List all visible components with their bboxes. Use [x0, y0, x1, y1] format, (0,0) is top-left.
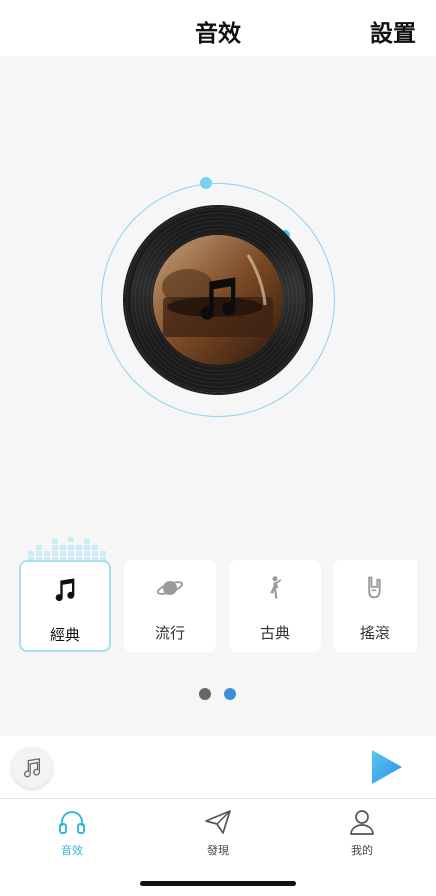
home-indicator — [140, 881, 296, 886]
effect-card-classic[interactable]: 經典 — [19, 560, 111, 652]
paper-plane-icon — [205, 810, 231, 834]
mini-player — [0, 736, 436, 798]
dancer-icon — [270, 576, 282, 599]
equalizer-decoration — [28, 537, 106, 561]
tab-discover[interactable]: 發現 — [178, 807, 258, 857]
effect-cards: 經典 流行 古典 搖滾 — [0, 560, 436, 654]
record-label-image — [153, 235, 283, 365]
effect-card-pop[interactable]: 流行 — [124, 560, 216, 652]
effect-card-label: 古典 — [259, 624, 290, 642]
effect-card-label: 搖滾 — [359, 624, 390, 642]
page-indicator — [0, 688, 436, 702]
effect-card-rock[interactable]: 搖滾 — [333, 560, 417, 652]
main-area: 經典 流行 古典 搖滾 — [0, 56, 436, 736]
planet-icon — [156, 581, 184, 595]
effect-card-classical[interactable]: 古典 — [229, 560, 321, 652]
tab-mine[interactable]: 我的 — [322, 807, 402, 857]
play-icon[interactable] — [372, 750, 402, 784]
music-note-icon — [55, 578, 75, 602]
effect-card-label: 流行 — [154, 624, 185, 642]
rock-hand-icon — [368, 576, 381, 599]
page-dot-1[interactable] — [199, 688, 211, 700]
tab-label: 發現 — [207, 844, 229, 857]
page-dot-2[interactable] — [224, 688, 236, 700]
headphones-icon — [59, 811, 85, 834]
tab-label: 音效 — [61, 844, 83, 857]
effect-card-label: 經典 — [49, 626, 80, 644]
top-bar: 音效 設置 — [0, 0, 436, 56]
music-note-icon — [200, 277, 236, 320]
music-note-icon — [24, 758, 40, 778]
tab-label: 我的 — [351, 844, 373, 857]
user-icon — [350, 810, 374, 835]
settings-button[interactable]: 設置 — [370, 14, 416, 48]
mini-player-disc[interactable] — [12, 748, 52, 788]
tab-sound-effects[interactable]: 音效 — [32, 807, 112, 857]
ring-knob-top[interactable] — [200, 177, 212, 189]
